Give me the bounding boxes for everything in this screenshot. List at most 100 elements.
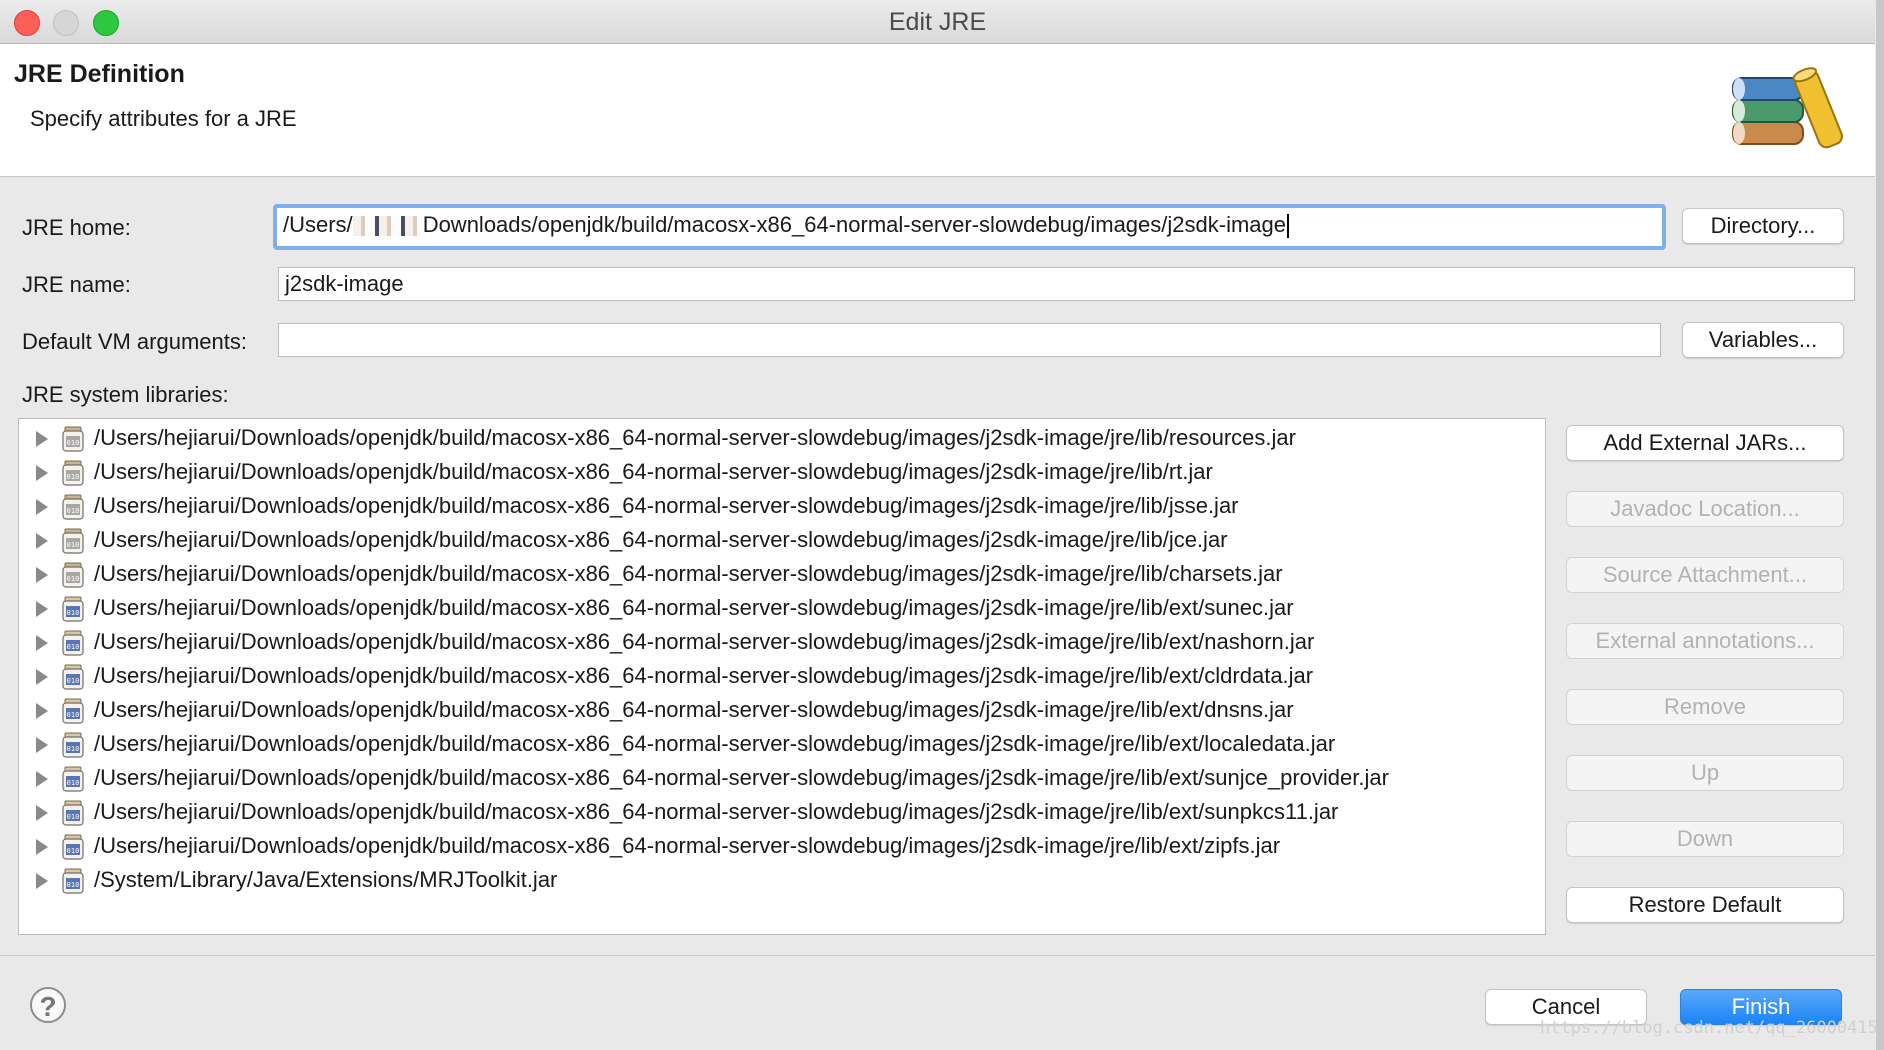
library-row[interactable]: 010/Users/hejiarui/Downloads/openjdk/bui… [19,796,1545,830]
library-row[interactable]: 010/Users/hejiarui/Downloads/openjdk/bui… [19,626,1545,660]
svg-text:010: 010 [67,779,80,787]
svg-text:010: 010 [67,711,80,719]
jre-libraries-tree[interactable]: 010/Users/hejiarui/Downloads/openjdk/bui… [18,418,1546,935]
expand-arrow-icon[interactable] [36,839,48,855]
jar-ext-icon: 010 [62,698,84,724]
jar-ext-icon: 010 [62,868,84,894]
library-path: /Users/hejiarui/Downloads/openjdk/build/… [94,527,1228,552]
redacted-username [352,216,423,237]
library-path: /Users/hejiarui/Downloads/openjdk/build/… [94,425,1296,450]
vm-args-input[interactable] [278,323,1661,357]
page-title: JRE Definition [14,60,185,88]
library-row[interactable]: 010/Users/hejiarui/Downloads/openjdk/bui… [19,524,1545,558]
svg-text:010: 010 [67,643,80,651]
jre-home-input[interactable]: /Users/Downloads/openjdk/build/macosx-x8… [273,204,1666,250]
library-path: /Users/hejiarui/Downloads/openjdk/build/… [94,493,1239,518]
svg-text:010: 010 [67,847,80,855]
jre-name-input[interactable]: j2sdk-image [278,267,1855,301]
expand-arrow-icon[interactable] [36,567,48,583]
expand-arrow-icon[interactable] [36,873,48,889]
expand-arrow-icon[interactable] [36,431,48,447]
expand-arrow-icon[interactable] [36,703,48,719]
svg-text:010: 010 [67,473,80,481]
dialog-header: JRE Definition Specify attributes for a … [0,44,1875,177]
jar-ext-icon: 010 [62,732,84,758]
jar-ext-icon: 010 [62,630,84,656]
library-path: /Users/hejiarui/Downloads/openjdk/build/… [94,697,1294,722]
library-path: /Users/hejiarui/Downloads/openjdk/build/… [94,459,1213,484]
source-attachment-button[interactable]: Source Attachment... [1566,557,1844,593]
add-external-jars-button[interactable]: Add External JARs... [1566,425,1844,461]
jar-ext-icon: 010 [62,664,84,690]
library-path: /Users/hejiarui/Downloads/openjdk/build/… [94,663,1314,688]
expand-arrow-icon[interactable] [36,465,48,481]
library-path: /System/Library/Java/Extensions/MRJToolk… [94,867,558,892]
vm-args-label: Default VM arguments: [22,329,247,354]
library-path: /Users/hejiarui/Downloads/openjdk/build/… [94,629,1315,654]
svg-text:010: 010 [67,745,80,753]
jar-ext-icon: 010 [62,596,84,622]
help-icon[interactable]: ? [30,987,66,1023]
library-row[interactable]: 010/Users/hejiarui/Downloads/openjdk/bui… [19,456,1545,490]
expand-arrow-icon[interactable] [36,601,48,617]
jar-ext-icon: 010 [62,834,84,860]
svg-text:010: 010 [67,677,80,685]
svg-text:010: 010 [67,813,80,821]
svg-text:010: 010 [67,439,80,447]
library-path: /Users/hejiarui/Downloads/openjdk/build/… [94,799,1339,824]
restore-default-button[interactable]: Restore Default [1566,887,1844,923]
library-path: /Users/hejiarui/Downloads/openjdk/build/… [94,731,1336,756]
svg-text:010: 010 [67,575,80,583]
library-row[interactable]: 010/Users/hejiarui/Downloads/openjdk/bui… [19,422,1545,456]
jar-library-icon: 010 [62,460,84,486]
library-row[interactable]: 010/Users/hejiarui/Downloads/openjdk/bui… [19,694,1545,728]
library-path: /Users/hejiarui/Downloads/openjdk/build/… [94,765,1389,790]
expand-arrow-icon[interactable] [36,533,48,549]
library-row[interactable]: 010/Users/hejiarui/Downloads/openjdk/bui… [19,830,1545,864]
javadoc-location-button[interactable]: Javadoc Location... [1566,491,1844,527]
library-row[interactable]: 010/System/Library/Java/Extensions/MRJTo… [19,864,1545,898]
library-row[interactable]: 010/Users/hejiarui/Downloads/openjdk/bui… [19,728,1545,762]
library-path: /Users/hejiarui/Downloads/openjdk/build/… [94,561,1283,586]
external-annotations-button[interactable]: External annotations... [1566,623,1844,659]
window-title: Edit JRE [888,8,987,36]
jre-home-suffix: Downloads/openjdk/build/macosx-x86_64-no… [422,212,1286,237]
page-subtitle: Specify attributes for a JRE [30,106,297,131]
title-bar: Edit JRE [0,0,1875,44]
expand-arrow-icon[interactable] [36,805,48,821]
footer-divider [0,955,1875,956]
expand-arrow-icon[interactable] [36,635,48,651]
svg-text:010: 010 [67,507,80,515]
jar-library-icon: 010 [62,528,84,554]
jre-home-prefix: /Users/ [283,212,353,237]
jar-library-icon: 010 [62,494,84,520]
up-button[interactable]: Up [1566,755,1844,791]
remove-button[interactable]: Remove [1566,689,1844,725]
jar-library-icon: 010 [62,562,84,588]
expand-arrow-icon[interactable] [36,737,48,753]
expand-arrow-icon[interactable] [36,771,48,787]
expand-arrow-icon[interactable] [36,499,48,515]
jre-name-label: JRE name: [22,272,131,297]
library-row[interactable]: 010/Users/hejiarui/Downloads/openjdk/bui… [19,762,1545,796]
library-books-icon [1732,67,1843,149]
svg-text:010: 010 [67,609,80,617]
variables-button[interactable]: Variables... [1682,322,1844,358]
library-row[interactable]: 010/Users/hejiarui/Downloads/openjdk/bui… [19,660,1545,694]
jar-ext-icon: 010 [62,766,84,792]
library-row[interactable]: 010/Users/hejiarui/Downloads/openjdk/bui… [19,592,1545,626]
library-path: /Users/hejiarui/Downloads/openjdk/build/… [94,595,1294,620]
library-row[interactable]: 010/Users/hejiarui/Downloads/openjdk/bui… [19,558,1545,592]
window-edge [1876,0,1884,1050]
library-path: /Users/hejiarui/Downloads/openjdk/build/… [94,833,1281,858]
directory-button[interactable]: Directory... [1682,208,1844,244]
down-button[interactable]: Down [1566,821,1844,857]
jre-home-label: JRE home: [22,215,131,240]
library-row[interactable]: 010/Users/hejiarui/Downloads/openjdk/bui… [19,490,1545,524]
text-caret [1287,214,1289,239]
jar-library-icon: 010 [62,426,84,452]
expand-arrow-icon[interactable] [36,669,48,685]
jar-ext-icon: 010 [62,800,84,826]
watermark: https://blog.csdn.net/qq_26000415 [1540,1018,1878,1038]
svg-text:010: 010 [67,541,80,549]
